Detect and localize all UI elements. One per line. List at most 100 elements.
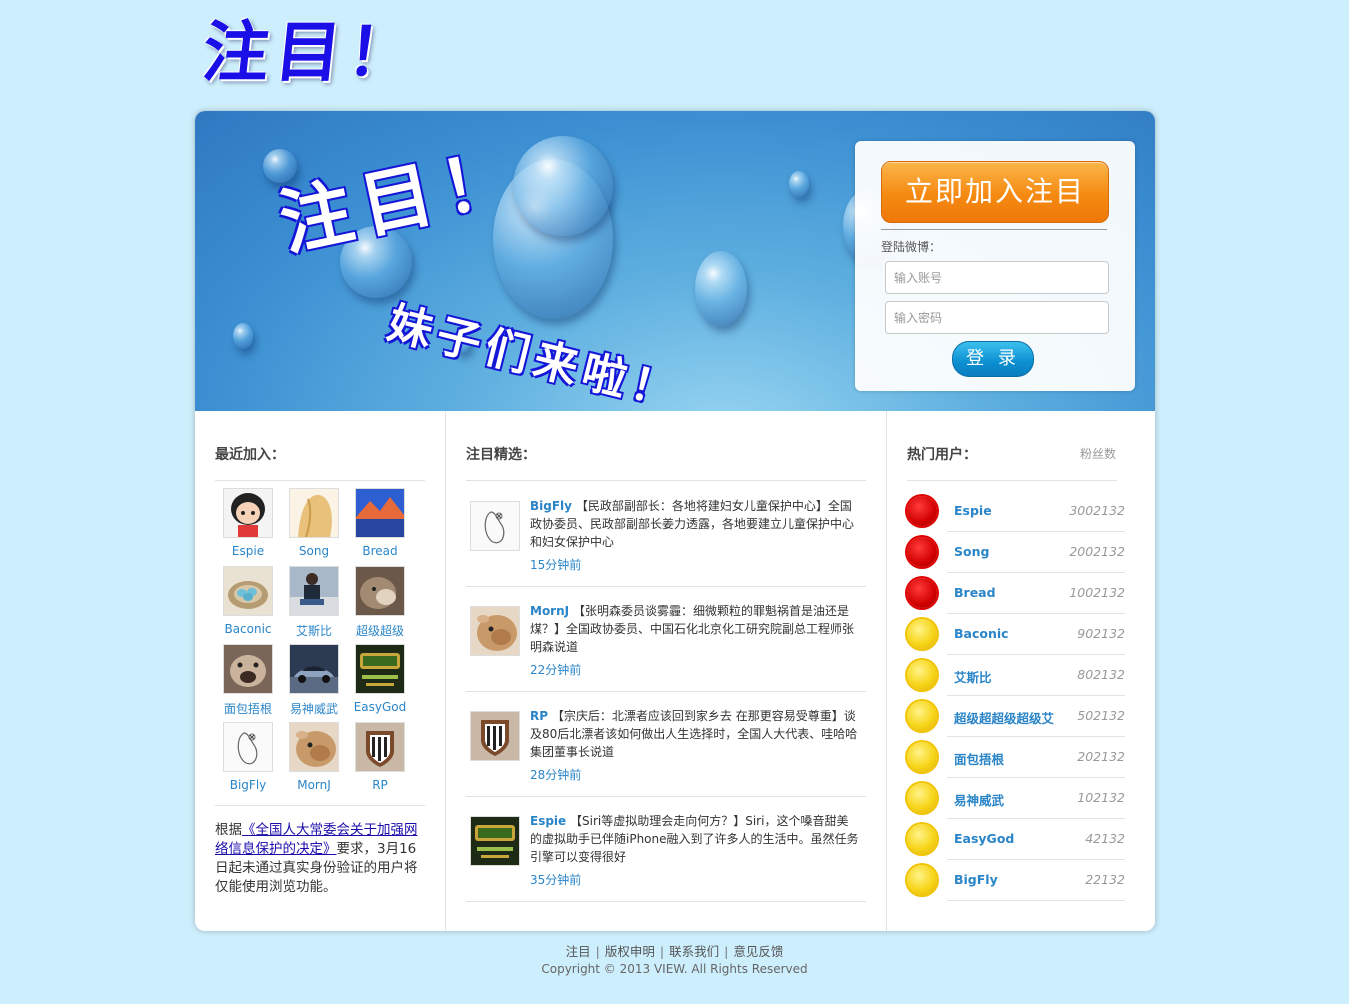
hot-user-name[interactable]: Bread [954, 585, 996, 600]
hot-user-name[interactable]: 超级超超级超级艾 [954, 708, 1054, 727]
avatar[interactable] [223, 644, 273, 694]
avatar[interactable] [223, 566, 273, 616]
recent-user-name[interactable]: 艾斯比 [281, 622, 347, 639]
recent-user-item[interactable]: BigFly [215, 722, 281, 798]
hot-user-name[interactable]: Baconic [954, 626, 1009, 641]
recent-user-item[interactable]: MornJ [281, 722, 347, 798]
recent-user-item[interactable]: 面包捂根 [215, 644, 281, 720]
footer-link[interactable]: 版权申明 [605, 944, 655, 959]
avatar[interactable] [223, 722, 273, 772]
post-content: 【民政部副部长：各地将建妇女儿童保护中心】全国政协委员、民政部副部长姜力透露，各… [530, 499, 855, 549]
recent-user-name[interactable]: 面包捂根 [215, 700, 281, 717]
hot-users-column: 热门用户： 粉丝数 Espie 3002132 Song 2002132 Bread 10… [887, 411, 1155, 931]
recent-user-item[interactable]: Bread [347, 488, 413, 564]
footer-separator: | [724, 944, 729, 959]
rank-badge-icon [907, 824, 937, 854]
recent-user-item[interactable]: 易神威武 [281, 644, 347, 720]
water-drop-decoration [233, 323, 253, 349]
fans-count: 102132 [1077, 790, 1125, 805]
post-text: BigFly 【民政部副部长：各地将建妇女儿童保护中心】全国政协委员、民政部副部… [530, 497, 860, 551]
hot-user-row: Song 2002132 [907, 532, 1125, 573]
rank-badge-icon [907, 701, 937, 731]
login-section-label: 登陆微博： [881, 240, 942, 254]
recent-user-item[interactable]: EasyGod [347, 644, 413, 720]
avatar[interactable] [289, 722, 339, 772]
footer-link[interactable]: 联系我们 [669, 944, 719, 959]
post-author-link[interactable]: RP [530, 709, 548, 723]
hot-user-name[interactable]: 艾斯比 [954, 667, 992, 686]
recent-user-item[interactable]: RP [347, 722, 413, 798]
post-time-link[interactable]: 22分钟前 [530, 661, 581, 678]
avatar[interactable] [470, 711, 520, 761]
recent-user-name[interactable]: Espie [215, 544, 281, 558]
avatar[interactable] [223, 488, 273, 538]
avatar[interactable] [355, 488, 405, 538]
featured-post: RP 【宗庆后：北漂者应该回到家乡去 在那更容易受尊重】谈及80后北漂者该如何做… [466, 691, 866, 797]
account-input[interactable] [885, 261, 1109, 294]
hot-user-name[interactable]: EasyGod [954, 831, 1014, 846]
water-drop-decoration [789, 171, 809, 197]
water-drop-decoration [695, 251, 747, 326]
post-author-link[interactable]: MornJ [530, 604, 569, 618]
featured-post: Espie 【Siri等虚拟助理会走向何方？】Siri，这个嗓音甜美的虚拟助手已… [466, 796, 866, 902]
site-logo[interactable]: 注目！ [198, 10, 437, 96]
footer-link[interactable]: 意见反馈 [733, 944, 783, 959]
hot-user-name[interactable]: Song [954, 544, 989, 559]
rank-badge-icon [907, 537, 937, 567]
avatar[interactable] [289, 566, 339, 616]
fans-count: 202132 [1077, 749, 1125, 764]
post-time-link[interactable]: 15分钟前 [530, 556, 581, 573]
recent-user-item[interactable]: Baconic [215, 566, 281, 642]
recent-user-name[interactable]: BigFly [215, 778, 281, 792]
fans-count: 802132 [1077, 667, 1125, 682]
fans-count: 502132 [1077, 708, 1125, 723]
recent-user-item[interactable]: 超级超级 [347, 566, 413, 642]
water-drop-decoration [513, 136, 613, 236]
hot-user-name[interactable]: 面包捂根 [954, 749, 1004, 768]
recent-user-item[interactable]: Espie [215, 488, 281, 564]
footer-separator: | [595, 944, 600, 959]
recent-user-name[interactable]: MornJ [281, 778, 347, 792]
recent-user-name[interactable]: Bread [347, 544, 413, 558]
avatar[interactable] [470, 501, 520, 551]
post-author-link[interactable]: BigFly [530, 499, 572, 513]
rank-badge-icon [907, 783, 937, 813]
avatar[interactable] [470, 606, 520, 656]
login-button[interactable]: 登 录 [952, 341, 1034, 377]
post-text: RP 【宗庆后：北漂者应该回到家乡去 在那更容易受尊重】谈及80后北漂者该如何做… [530, 707, 860, 761]
avatar[interactable] [355, 644, 405, 694]
recent-user-name[interactable]: EasyGod [347, 700, 413, 714]
recent-user-name[interactable]: 超级超级 [347, 622, 413, 639]
hot-user-name[interactable]: BigFly [954, 872, 998, 887]
rank-badge-icon [907, 496, 937, 526]
avatar[interactable] [470, 816, 520, 866]
featured-post: MornJ 【张明森委员谈雾霾：细微颗粒的罪魁祸首是油还是煤？】全国政协委员、中… [466, 586, 866, 692]
avatar[interactable] [355, 722, 405, 772]
post-time-link[interactable]: 35分钟前 [530, 871, 581, 888]
main-panel: 注目！ 妹子们来啦！ 立即加入注目 登陆微博： 登 录 最近加入： EspieS… [195, 111, 1155, 931]
copyright: Copyright © 2013 VIEW. All Rights Reserv… [541, 962, 808, 976]
fans-count: 2002132 [1069, 544, 1125, 559]
recent-user-item[interactable]: Song [281, 488, 347, 564]
rank-badge-icon [907, 578, 937, 608]
footer-link[interactable]: 注目 [566, 944, 591, 959]
avatar[interactable] [289, 488, 339, 538]
recent-user-name[interactable]: Song [281, 544, 347, 558]
join-now-button[interactable]: 立即加入注目 [881, 161, 1109, 223]
hot-user-row: 超级超超级超级艾 502132 [907, 696, 1125, 737]
recent-user-item[interactable]: 艾斯比 [281, 566, 347, 642]
avatar[interactable] [289, 644, 339, 694]
verification-notice: 根据《全国人大常委会关于加强网络信息保护的决定》要求，3月16日起未通过真实身份… [215, 821, 429, 897]
recent-user-name[interactable]: RP [347, 778, 413, 792]
hot-user-name[interactable]: Espie [954, 503, 992, 518]
recent-users-column: 最近加入： Espie Song Bread Baconic 艾斯比 超级超级 面包捂根 易神… [195, 411, 446, 931]
post-author-link[interactable]: Espie [530, 814, 566, 828]
avatar[interactable] [355, 566, 405, 616]
featured-posts-column: 注目精选： BigFly 【民政部副部长：各地将建妇女儿童保护中心】全国政协委员… [446, 411, 887, 931]
password-input[interactable] [885, 301, 1109, 334]
recent-user-name[interactable]: Baconic [215, 622, 281, 636]
hot-user-row: Baconic 902132 [907, 614, 1125, 655]
hot-user-name[interactable]: 易神威武 [954, 790, 1004, 809]
post-time-link[interactable]: 28分钟前 [530, 766, 581, 783]
recent-user-name[interactable]: 易神威武 [281, 700, 347, 717]
